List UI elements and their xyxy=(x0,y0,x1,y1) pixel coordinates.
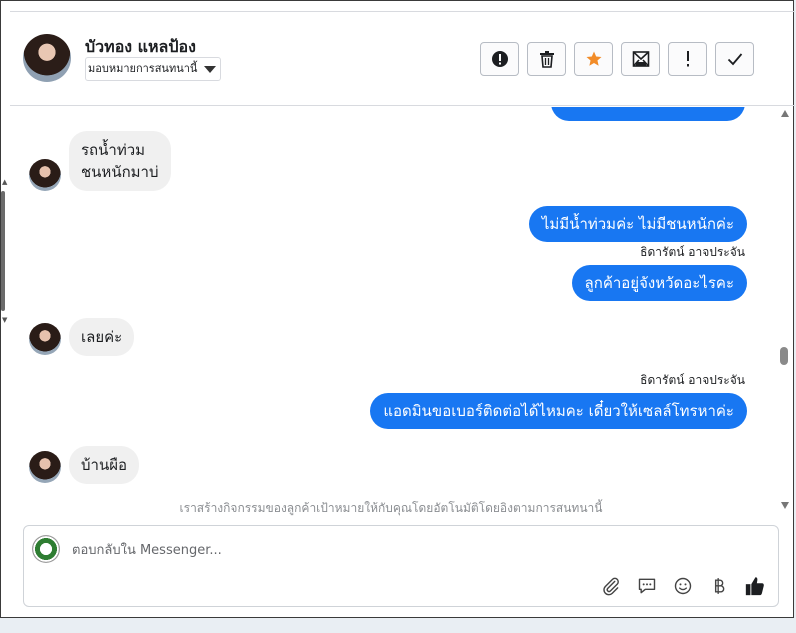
message-bubble-outgoing[interactable]: ลูกค้าอยู่จังหวัดอะไรคะ xyxy=(571,265,747,301)
reply-composer xyxy=(23,525,779,607)
resize-caret-up-icon[interactable]: ▲ xyxy=(2,179,7,186)
assign-conversation-dropdown[interactable]: มอบหมายการสนทนานี้ xyxy=(85,57,221,81)
chat-scrollbar[interactable] xyxy=(780,107,790,516)
message-line: ชนหนักมาบ่ xyxy=(81,163,159,181)
star-icon xyxy=(586,51,601,66)
sender-name: ธิดารัตน์ อาจประจัน xyxy=(640,245,745,259)
message-list[interactable]: รถน้ำท่วม ชนหนักมาบ่ ไม่มีน้ำท่วมค่ะ ไม่… xyxy=(10,107,780,516)
thumbs-up-icon xyxy=(745,577,764,596)
resize-caret-down-icon[interactable]: ▼ xyxy=(2,317,7,324)
contact-avatar-small xyxy=(29,159,61,191)
message-bubble-incoming[interactable]: บ้านผือ xyxy=(69,446,139,484)
star-button[interactable] xyxy=(574,42,613,76)
mark-important-button[interactable] xyxy=(668,42,707,76)
attach-button[interactable] xyxy=(598,573,624,599)
panel-resize-handle[interactable] xyxy=(1,191,5,311)
emoji-button[interactable] xyxy=(670,573,696,599)
contact-avatar-small xyxy=(29,323,61,355)
auto-activity-notice: เราสร้างกิจกรรมของลูกค้าเป้าหมายให้กับคุ… xyxy=(179,501,603,515)
important-icon xyxy=(686,51,689,67)
mark-unread-button[interactable] xyxy=(621,42,660,76)
delete-button[interactable] xyxy=(527,42,566,76)
scrollbar-thumb[interactable] xyxy=(780,347,788,365)
page-logo-avatar xyxy=(32,535,60,563)
mark-done-button[interactable] xyxy=(715,42,754,76)
message-bubble-incoming[interactable]: รถน้ำท่วม ชนหนักมาบ่ xyxy=(69,131,171,191)
conversation-toolbar xyxy=(480,42,754,76)
baht-icon xyxy=(714,578,725,594)
mark-spam-button[interactable] xyxy=(480,42,519,76)
message-line: รถน้ำท่วม xyxy=(81,141,146,159)
conversation-header: บัวทอง แหลป้อง มอบหมายการสนทนานี้ xyxy=(10,11,795,106)
saved-replies-button[interactable] xyxy=(634,573,660,599)
message-bubble-outgoing[interactable]: แอดมินขอเบอร์ติดต่อได้ไหมคะ เดี๋ยวให้เซล… xyxy=(370,393,747,429)
message-bubble-outgoing[interactable]: ไม่มีน้ำท่วมค่ะ ไม่มีชนหนักค่ะ xyxy=(528,206,747,242)
contact-avatar[interactable] xyxy=(23,34,71,82)
message-bubble-incoming[interactable]: เลยค่ะ xyxy=(69,318,135,356)
scroll-up-arrow-icon[interactable] xyxy=(781,110,789,117)
mark-unread-icon xyxy=(632,51,649,67)
done-check-icon xyxy=(727,53,742,66)
assign-conversation-label: มอบหมายการสนทนานี้ xyxy=(88,62,198,75)
scroll-down-arrow-icon[interactable] xyxy=(781,502,789,509)
send-like-button[interactable] xyxy=(742,573,768,599)
chat-bubble-icon xyxy=(638,578,656,594)
message-bubble-outgoing-partial xyxy=(551,107,745,121)
reply-input[interactable] xyxy=(70,539,594,561)
payment-button[interactable] xyxy=(706,573,732,599)
trash-icon xyxy=(539,51,554,68)
contact-avatar-small xyxy=(29,451,61,483)
conversation-window: ▲ ▼ บัวทอง แหลป้อง มอบหมายการสนทนานี้ รถ… xyxy=(0,0,795,618)
paperclip-icon xyxy=(603,577,619,596)
chevron-down-icon xyxy=(204,65,216,73)
composer-toolbar xyxy=(598,573,768,599)
smiley-icon xyxy=(674,577,692,595)
sender-name: ธิดารัตน์ อาจประจัน xyxy=(640,373,745,387)
alert-circle-icon xyxy=(491,51,508,67)
